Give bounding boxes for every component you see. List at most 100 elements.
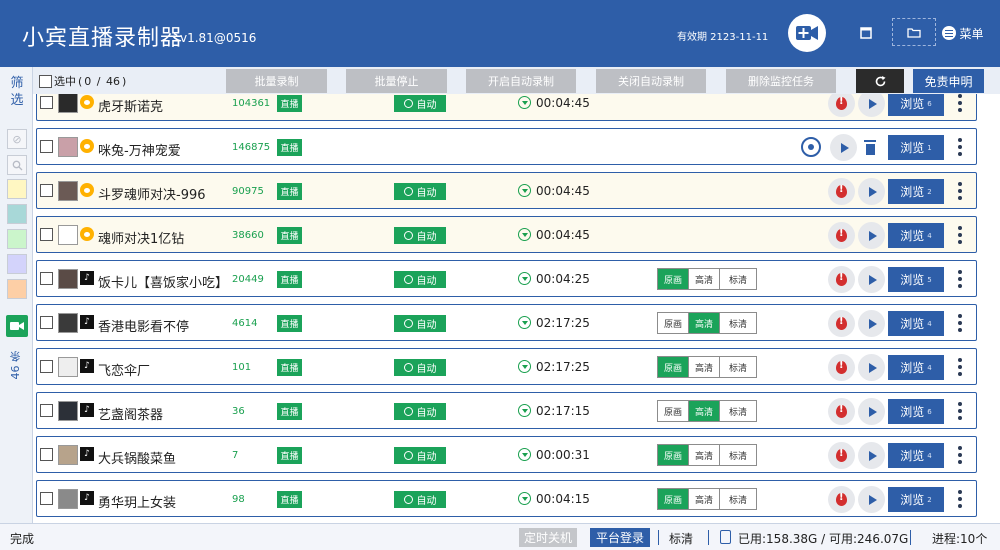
auto-record-toggle[interactable]: 自动 (394, 491, 446, 508)
row-checkbox[interactable] (40, 272, 53, 285)
disable-filter-icon[interactable]: ⊘ (7, 129, 27, 149)
play-button[interactable] (858, 94, 885, 117)
stop-recording-button[interactable] (828, 398, 855, 425)
auto-record-toggle[interactable]: 自动 (394, 359, 446, 376)
quality-original[interactable]: 原画 (658, 401, 689, 421)
browse-button[interactable]: 浏览 4 (888, 443, 944, 468)
browse-button[interactable]: 浏览 6 (888, 94, 944, 116)
row-checkbox[interactable] (40, 184, 53, 197)
folder-icon[interactable] (892, 18, 936, 46)
batch-record-button[interactable]: 批量录制 (226, 69, 327, 93)
quality-sd[interactable]: 标清 (720, 445, 756, 465)
stop-recording-button[interactable] (828, 486, 855, 513)
stop-recording-button[interactable] (828, 94, 855, 117)
play-button[interactable] (858, 178, 885, 205)
row-checkbox[interactable] (40, 404, 53, 417)
auto-record-toggle[interactable]: 自动 (394, 227, 446, 244)
batch-stop-button[interactable]: 批量停止 (346, 69, 447, 93)
stream-row[interactable]: ♪ 饭卡儿【喜饭家小吃】20449 直播 自动 00:04:25 原画高清标清 浏览5 (36, 260, 977, 297)
stream-row[interactable]: 斗罗魂师对决-996 90975 直播 自动 00:04:45 浏览2 (36, 172, 977, 209)
quality-original[interactable]: 原画 (658, 313, 689, 333)
color-filter-purple[interactable] (7, 254, 27, 274)
stream-row[interactable]: ♪ 艺盏阁茶器 36 直播 自动 02:17:15 原画高清标清 浏览6 (36, 392, 977, 429)
auto-record-toggle[interactable]: 自动 (394, 183, 446, 200)
quality-hd[interactable]: 高清 (689, 269, 720, 289)
stream-row[interactable]: 魂师对决1亿钻 38660 直播 自动 00:04:45 浏览4 (36, 216, 977, 253)
stop-recording-button[interactable] (828, 178, 855, 205)
row-checkbox[interactable] (40, 492, 53, 505)
default-quality[interactable]: 标清 (669, 530, 693, 547)
play-button[interactable] (858, 398, 885, 425)
color-filter-yellow[interactable] (7, 179, 27, 199)
quality-hd[interactable]: 高清 (689, 401, 720, 421)
disclaimer-button[interactable]: 免责申明 (913, 69, 984, 93)
stream-row[interactable]: ♪ 飞恋伞厂 101 直播 自动 02:17:25 原画高清标清 浏览4 (36, 348, 977, 385)
row-checkbox[interactable] (40, 228, 53, 241)
browse-button[interactable]: 浏览 4 (888, 355, 944, 380)
search-filter-icon[interactable] (7, 155, 27, 175)
row-checkbox[interactable] (40, 360, 53, 373)
stop-recording-button[interactable] (828, 442, 855, 469)
browse-button[interactable]: 浏览 2 (888, 487, 944, 512)
more-options-icon[interactable] (957, 446, 963, 464)
stream-row[interactable]: ♪ 香港电影看不停 4614 直播 自动 02:17:25 原画高清标清 浏览4 (36, 304, 977, 341)
play-button[interactable] (858, 266, 885, 293)
more-options-icon[interactable] (957, 226, 963, 244)
play-button[interactable] (858, 486, 885, 513)
quality-hd[interactable]: 高清 (689, 445, 720, 465)
browse-button[interactable]: 浏览 4 (888, 223, 944, 248)
quality-original[interactable]: 原画 (658, 269, 689, 289)
more-options-icon[interactable] (957, 94, 963, 112)
quality-hd[interactable]: 高清 (689, 489, 720, 509)
select-all-checkbox[interactable] (39, 74, 52, 88)
quality-sd[interactable]: 标清 (720, 489, 756, 509)
more-options-icon[interactable] (957, 402, 963, 420)
more-options-icon[interactable] (957, 314, 963, 332)
play-button[interactable] (858, 354, 885, 381)
play-button[interactable] (858, 310, 885, 337)
auto-record-toggle[interactable]: 自动 (394, 95, 446, 112)
more-options-icon[interactable] (957, 270, 963, 288)
delete-monitor-button[interactable]: 删除监控任务 (726, 69, 836, 93)
stream-row[interactable]: ♪ 勇华玥上女装 98 直播 自动 00:04:15 原画高清标清 浏览2 (36, 480, 977, 517)
quality-hd[interactable]: 高清 (689, 357, 720, 377)
auto-record-toggle[interactable]: 自动 (394, 447, 446, 464)
refresh-button[interactable] (856, 69, 904, 93)
play-button[interactable] (858, 222, 885, 249)
quality-sd[interactable]: 标清 (720, 357, 756, 377)
color-filter-green[interactable] (7, 229, 27, 249)
more-options-icon[interactable] (957, 490, 963, 508)
maximize-icon[interactable] (858, 25, 874, 41)
start-monitor-button[interactable] (801, 137, 821, 157)
platform-login-button[interactable]: 平台登录 (590, 528, 650, 547)
enable-auto-record-button[interactable]: 开启自动录制 (466, 69, 576, 93)
color-filter-orange[interactable] (7, 279, 27, 299)
stream-row[interactable]: 咪兔-万神宠爱 146875 直播 浏览 1 (36, 128, 977, 165)
browse-button[interactable]: 浏览 1 (888, 135, 944, 160)
stop-recording-button[interactable] (828, 266, 855, 293)
more-options-icon[interactable] (957, 358, 963, 376)
menu-button[interactable]: 菜单 (938, 22, 988, 44)
browse-button[interactable]: 浏览 5 (888, 267, 944, 292)
scheduled-shutdown-button[interactable]: 定时关机 (519, 528, 577, 547)
stop-recording-button[interactable] (828, 222, 855, 249)
row-checkbox[interactable] (40, 96, 53, 109)
delete-icon[interactable] (860, 137, 880, 157)
play-button[interactable] (858, 442, 885, 469)
play-button[interactable] (830, 134, 857, 161)
stream-row[interactable]: 虎牙斯诺克 104361 直播 自动 00:04:45 浏览6 (36, 94, 977, 121)
auto-record-toggle[interactable]: 自动 (394, 271, 446, 288)
row-checkbox[interactable] (40, 448, 53, 461)
browse-button[interactable]: 浏览 6 (888, 399, 944, 424)
stop-recording-button[interactable] (828, 310, 855, 337)
row-checkbox[interactable] (40, 316, 53, 329)
quality-original[interactable]: 原画 (658, 357, 689, 377)
row-checkbox[interactable] (40, 140, 53, 153)
filter-label[interactable]: 筛选 (9, 75, 25, 109)
disable-auto-record-button[interactable]: 关闭自动录制 (596, 69, 706, 93)
select-all[interactable]: 选中 ( 0 / 46 ) (39, 73, 126, 89)
quality-sd[interactable]: 标清 (720, 313, 756, 333)
quality-hd[interactable]: 高清 (689, 313, 720, 333)
stop-recording-button[interactable] (828, 354, 855, 381)
add-record-icon[interactable] (788, 14, 826, 52)
